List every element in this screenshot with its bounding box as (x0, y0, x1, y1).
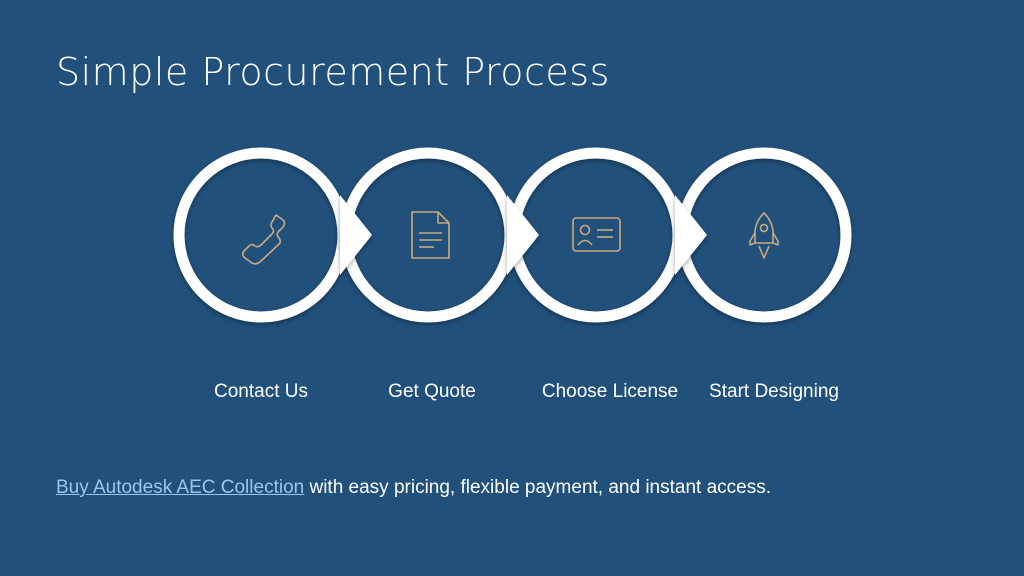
step-label-get-quote: Get Quote (388, 381, 476, 402)
step-ring-contact-us (173, 147, 349, 323)
id-card-icon (572, 217, 621, 252)
step-label-start-designing: Start Designing (709, 381, 839, 402)
buy-aec-collection-link[interactable]: Buy Autodesk AEC Collection (56, 477, 304, 498)
step-label-contact-us: Contact Us (214, 381, 308, 402)
footer-description: with easy pricing, flexible payment, and… (304, 477, 771, 498)
document-icon (411, 211, 450, 259)
phone-icon (241, 214, 286, 265)
rocket-icon (749, 212, 779, 259)
step-label-choose-license: Choose License (541, 381, 679, 402)
footer-text: Buy Autodesk AEC Collection with easy pr… (56, 477, 771, 499)
